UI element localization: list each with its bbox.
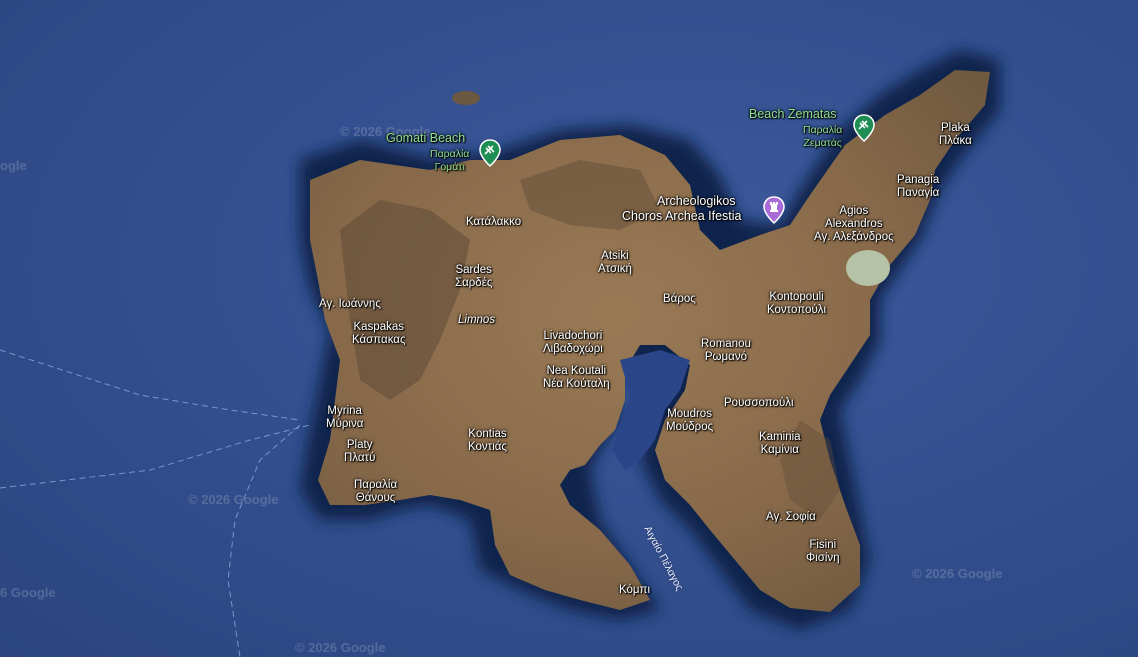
place-moudros: Moudros Μούδρος: [666, 408, 714, 433]
place-kontopouli: Kontopouli Κοντοπούλι: [767, 291, 827, 316]
beach-icon[interactable]: [853, 114, 875, 142]
place-fisini: Fisini Φισίνη: [806, 539, 840, 564]
place-limnos: Limnos: [458, 314, 496, 326]
place-platy: Platy Πλατύ: [344, 439, 376, 464]
place-varos: Βάρος: [663, 293, 696, 305]
place-sardes: Sardes Σαρδές: [455, 264, 493, 289]
place-panagia: Panagia Παναγία: [897, 174, 940, 199]
place-katalakko: Κατάλακκο: [466, 216, 522, 228]
satellite-map[interactable]: ogle © 2026 Google © 2026 Google 6 Googl…: [0, 0, 1138, 657]
poi-beach-zematas-local: Παραλία Ζεματάς: [803, 124, 843, 149]
place-ag-ioannis: Αγ. Ιωάννης: [319, 298, 381, 310]
place-plaka: Plaka Πλάκα: [939, 122, 972, 147]
place-myrina: Myrina Μύρινα: [326, 405, 364, 430]
place-thanos-beach: Παραλία Θάνους: [354, 479, 398, 504]
beach-icon[interactable]: [479, 139, 501, 167]
monument-icon[interactable]: [763, 196, 785, 224]
place-kaspakas: Kaspakas Κάσπακας: [352, 321, 406, 346]
poi-gomati-beach[interactable]: Gomati Beach: [386, 132, 465, 145]
place-agios-alexandros: Agios Alexandros Αγ. Αλεξάνδρος: [814, 205, 894, 243]
watermark-partial: 6 Google: [0, 585, 56, 600]
watermark-partial: ogle: [0, 158, 27, 173]
poi-gomati-beach-local: Παραλία Γομάτι: [430, 148, 470, 173]
place-kontias: Kontias Κοντιάς: [468, 428, 507, 453]
poi-hephaistia[interactable]: Archeologikos Choros Archea Ifestia: [622, 194, 742, 224]
place-livadochori: Livadochori Λιβαδοχώρι: [543, 330, 603, 355]
poi-beach-zematas[interactable]: Beach Zematas: [749, 108, 837, 121]
place-kompi: Κόμπι: [619, 584, 651, 596]
place-atsiki: Atsiki Ατσική: [598, 250, 632, 275]
place-roussopouli: Ρουσσοπούλι: [724, 397, 794, 409]
watermark: © 2026 Google: [912, 566, 1003, 581]
watermark: © 2026 Google: [295, 640, 386, 655]
place-nea-koutali: Nea Koutali Νέα Κούταλη: [543, 365, 610, 390]
place-kaminia: Kaminia Καμίνια: [759, 431, 801, 456]
watermark: © 2026 Google: [188, 492, 279, 507]
map-imagery: [0, 50, 1000, 657]
place-romanou: Romanou Ρωμανό: [701, 338, 751, 363]
place-ag-sofia: Αγ. Σοφία: [766, 511, 816, 523]
